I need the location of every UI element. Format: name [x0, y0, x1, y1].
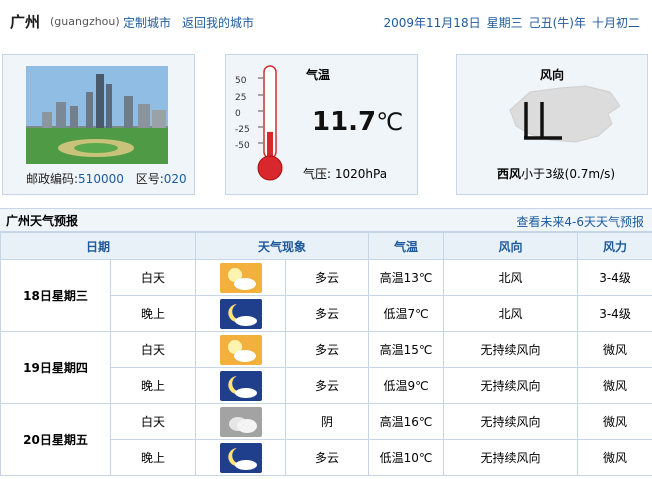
temperature-unit: ℃ — [376, 108, 404, 136]
wind-power: 微风 — [577, 403, 652, 440]
overcast-icon — [219, 406, 262, 437]
partly-cloudy-day-icon — [219, 334, 262, 365]
partly-cloudy-night-icon — [219, 298, 262, 329]
weather: 阴 — [285, 403, 370, 440]
forecast-table: 日期 天气现象 气温 风向 风力 18日星期三 白天 多云 高温13℃ 北风 3… — [0, 232, 652, 476]
temp: 高温15℃ — [368, 331, 445, 368]
forecast-table-header: 日期 天气现象 气温 风向 风力 — [0, 232, 652, 260]
weather-icon-cell — [195, 331, 287, 368]
forecast-title: 广州天气预报 — [6, 214, 79, 228]
wind-description: 西风小于3级(0.7m/s) — [497, 165, 615, 182]
date: 2009年11月18日 — [383, 16, 481, 30]
city-name: 广州 — [10, 13, 41, 31]
wind-power: 3-4级 — [577, 259, 652, 296]
areacode-value: 020 — [163, 172, 187, 186]
weather-icon-cell — [195, 259, 287, 296]
partly-cloudy-night-icon — [219, 370, 262, 401]
table-row: 18日星期三 白天 多云 高温13℃ 北风 3-4级 — [0, 259, 652, 332]
period: 白天 — [109, 259, 197, 296]
col-weather: 天气现象 — [195, 232, 370, 260]
day-date: 18日星期三 — [0, 259, 111, 332]
period: 白天 — [109, 403, 197, 440]
wind-dir: 无持续风向 — [443, 331, 579, 368]
partly-cloudy-night-icon — [219, 442, 262, 473]
top-bar: 广州 (guangzhou) 定制城市 返回我的城市 2009年11月18日 星期… — [0, 0, 652, 42]
col-wind-dir: 风向 — [443, 232, 579, 260]
postal-info: 邮政编码:510000 区号:020 — [26, 170, 187, 187]
partly-cloudy-day-icon — [219, 262, 262, 293]
thermometer-icon — [257, 65, 283, 181]
weather-icon-cell — [195, 439, 287, 476]
pressure: 气压: 1020hPa — [303, 167, 388, 181]
ganzhi-year: 己丑(牛)年 — [528, 16, 586, 30]
weather: 多云 — [285, 295, 370, 332]
wind-dir: 无持续风向 — [443, 439, 579, 476]
wind-power: 微风 — [577, 331, 652, 368]
period: 晚上 — [109, 367, 197, 404]
table-row: 20日星期五 白天 阴 高温16℃ 无持续风向 微风 — [0, 403, 652, 476]
wind-direction: 西风 — [497, 167, 522, 181]
weather-icon-cell — [195, 367, 287, 404]
wind-dir: 无持续风向 — [443, 367, 579, 404]
thermo-scale-0: 0 — [235, 109, 241, 119]
thermo-scale-minus25: -25 — [235, 125, 250, 135]
period: 晚上 — [109, 295, 197, 332]
weather-icon-cell — [195, 295, 287, 332]
temp: 高温13℃ — [368, 259, 445, 296]
wind-power: 微风 — [577, 367, 652, 404]
weather: 多云 — [285, 367, 370, 404]
temp: 低温9℃ — [368, 367, 445, 404]
date-line: 2009年11月18日 星期三 己丑(牛)年 十月初二 — [378, 14, 641, 31]
day-date: 20日星期五 — [0, 403, 111, 476]
temp: 低温7℃ — [368, 295, 445, 332]
col-wind-power: 风力 — [577, 232, 652, 260]
temp: 高温16℃ — [368, 403, 445, 440]
china-map-wind-icon — [509, 85, 621, 143]
temperature-value: 11.7℃ — [312, 107, 403, 137]
period: 白天 — [109, 331, 197, 368]
temperature-label: 气温 — [306, 68, 331, 82]
wind-strength: 小于3级(0.7m/s) — [521, 167, 616, 181]
thermo-scale-50: 50 — [235, 76, 247, 86]
col-temp: 气温 — [368, 232, 445, 260]
weather: 多云 — [285, 439, 370, 476]
col-date: 日期 — [0, 232, 197, 260]
wind-dir: 北风 — [443, 295, 579, 332]
thermo-scale-25: 25 — [235, 93, 247, 103]
wind-dir: 北风 — [443, 259, 579, 296]
city-pinyin: (guangzhou) — [50, 15, 120, 28]
weather: 多云 — [285, 331, 370, 368]
weather: 多云 — [285, 259, 370, 296]
period: 晚上 — [109, 439, 197, 476]
weekday: 星期三 — [486, 16, 523, 30]
thermo-scale-minus50: -50 — [235, 141, 250, 151]
weather-icon-cell — [195, 403, 287, 440]
custom-city-link[interactable]: 定制城市 — [123, 14, 171, 31]
lunar-date: 十月初二 — [591, 16, 640, 30]
wind-power: 3-4级 — [577, 295, 652, 332]
areacode-label: 区号: — [135, 172, 164, 186]
wind-dir: 无持续风向 — [443, 403, 579, 440]
temp: 低温10℃ — [368, 439, 445, 476]
city-photo — [26, 66, 168, 164]
day-date: 19日星期四 — [0, 331, 111, 404]
back-to-my-city-link[interactable]: 返回我的城市 — [182, 14, 254, 31]
temperature-number: 11.7 — [312, 107, 377, 137]
wind-power: 微风 — [577, 439, 652, 476]
more-forecast-link[interactable]: 查看未来4-6天天气预报 — [516, 213, 644, 230]
postcode-label: 邮政编码: — [26, 172, 79, 186]
table-row: 19日星期四 白天 多云 高温15℃ 无持续风向 微风 — [0, 331, 652, 404]
postcode-value: 510000 — [78, 172, 124, 186]
